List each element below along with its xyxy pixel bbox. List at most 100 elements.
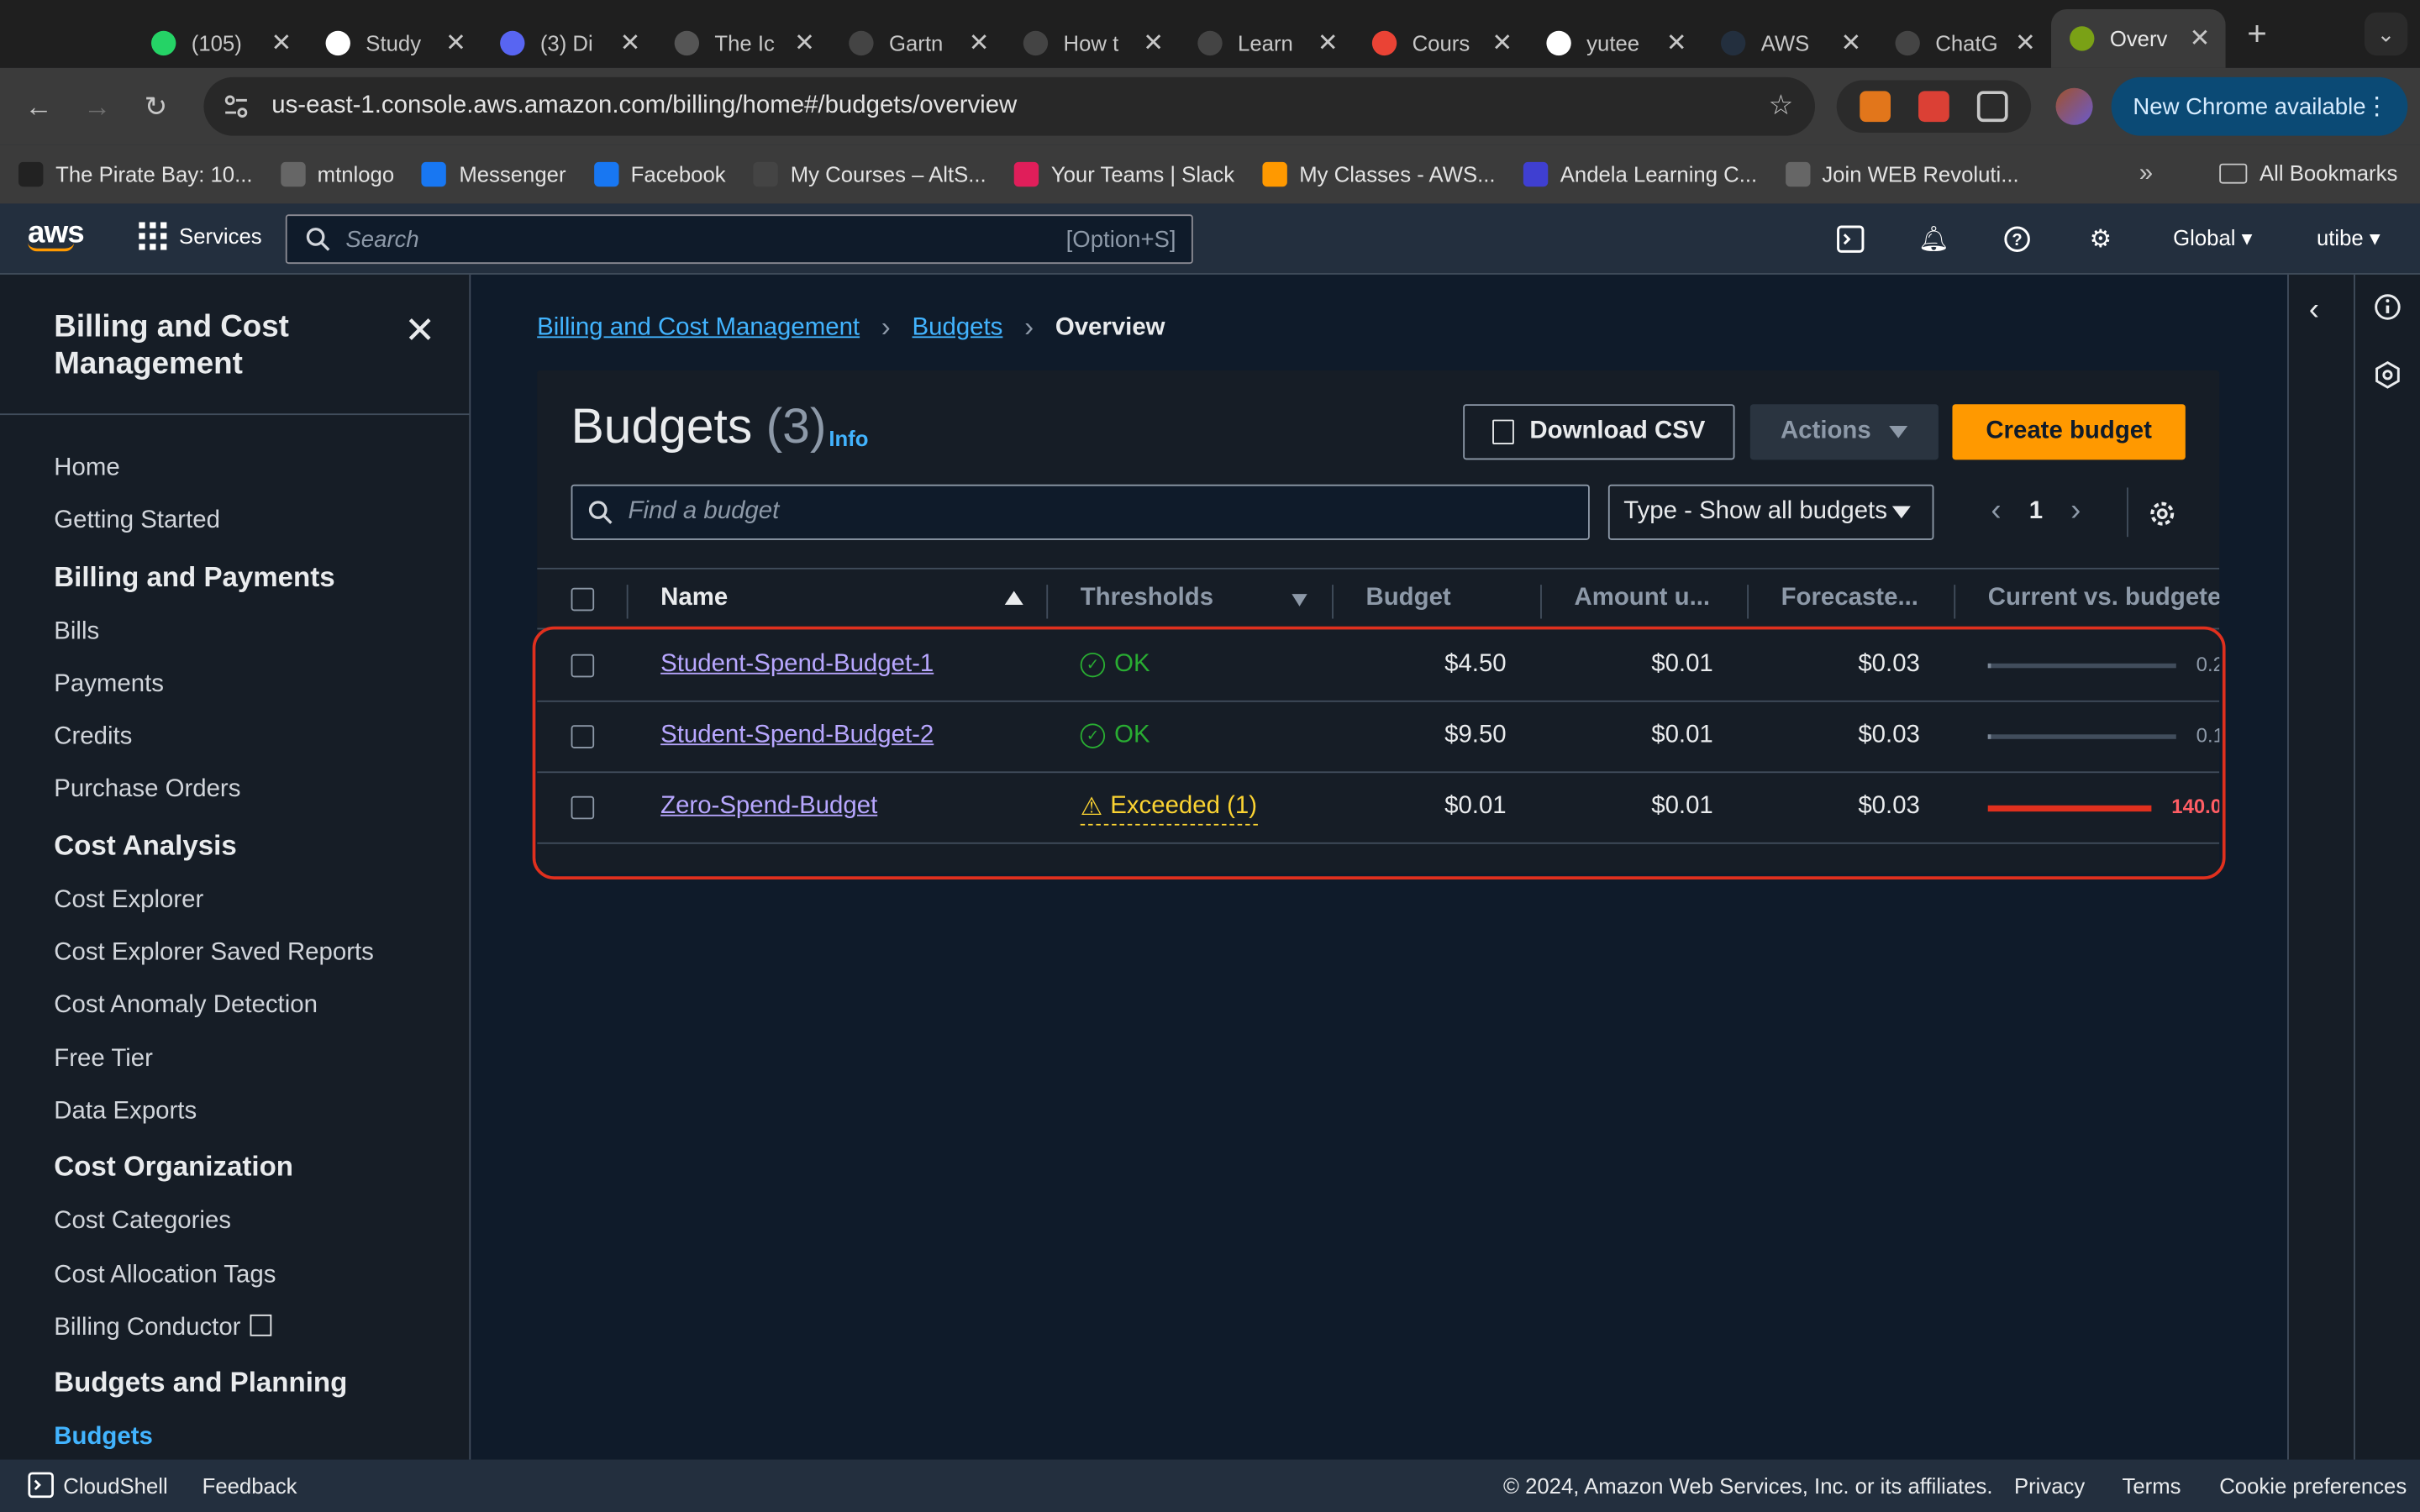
aws-search-input[interactable]: Search [Option+S] [285,214,1193,265]
todoist-icon[interactable] [1918,91,1949,123]
create-budget-button[interactable]: Create budget [1952,404,2186,460]
sidebar-item[interactable]: Credits [54,717,374,770]
sidebar-item[interactable]: Bills [54,612,374,664]
download-csv-button[interactable]: Download CSV [1463,404,1735,460]
close-tab-icon[interactable]: ✕ [794,28,815,59]
sidebar-title[interactable]: Billing and Cost Management [54,308,362,382]
select-all-checkbox[interactable] [571,587,595,612]
browser-tab[interactable]: Gartn ✕ [830,18,1005,68]
sidebar-item[interactable]: Data Exports [54,1092,374,1145]
new-tab-button[interactable]: + [2247,14,2267,55]
bookmark-item[interactable]: mtnlogo [280,161,394,187]
sidebar-item[interactable]: Purchase Orders [54,770,374,823]
bookmark-item[interactable]: Join WEB Revoluti... [1785,161,2019,187]
browser-tab[interactable]: Study ✕ [308,18,482,68]
back-arrow-icon[interactable]: ← [9,90,68,123]
sidebar-item[interactable]: Cost Explorer [54,880,374,933]
close-tab-icon[interactable]: ✕ [2190,24,2211,55]
feedback-link[interactable]: Feedback [203,1473,297,1498]
column-header-current-vs-budgeted[interactable]: Current vs. budgeted [1988,585,2220,612]
close-icon[interactable]: ✕ [404,308,435,353]
bookmark-item[interactable]: Messenger [422,161,566,187]
browser-tab[interactable]: ChatG ✕ [1876,18,2051,68]
close-tab-icon[interactable]: ✕ [969,28,990,59]
column-header-thresholds[interactable]: Thresholds [1081,585,1213,612]
help-icon[interactable]: ? [2003,225,2031,253]
row-checkbox[interactable] [571,725,595,748]
close-tab-icon[interactable]: ✕ [1840,28,1861,59]
column-header-name[interactable]: Name [660,585,728,612]
reload-icon[interactable]: ↻ [127,90,186,123]
find-budget-input[interactable]: Find a budget [571,484,1590,540]
close-tab-icon[interactable]: ✕ [1318,28,1339,59]
page-number[interactable]: 1 [2029,497,2043,525]
browser-tab[interactable]: (105) ✕ [133,18,308,68]
cookie-preferences-link[interactable]: Cookie preferences [2219,1473,2407,1498]
notifications-bell-icon[interactable]: 🔔︎ [1918,225,1949,253]
budget-name-link[interactable]: Student-Spend-Budget-1 [660,651,934,679]
account-menu[interactable]: utibe ▾ [2317,225,2381,251]
all-bookmarks-button[interactable]: All Bookmarks [2219,160,2397,185]
sidebar-item[interactable]: Cost Categories [54,1202,374,1255]
browser-tab[interactable]: The Ic ✕ [656,18,831,68]
tools-hexagon-icon[interactable] [2374,360,2402,389]
sort-icon[interactable] [1292,594,1307,606]
settings-gear-icon[interactable]: ⚙ [2086,225,2114,253]
more-bookmarks-icon[interactable]: » [2139,160,2153,188]
site-info-icon[interactable] [222,92,250,120]
close-tab-icon[interactable]: ✕ [1143,28,1164,59]
previous-page-icon[interactable]: ‹ [1991,494,2001,529]
browser-tab[interactable]: (3) Di ✕ [481,18,656,68]
browser-tab[interactable]: How t ✕ [1005,18,1180,68]
browser-tab[interactable]: yutee ✕ [1528,18,1702,68]
collapse-left-chevron-icon[interactable]: ‹ [2309,293,2319,328]
column-header-amount-used[interactable]: Amount u... [1574,585,1710,612]
services-menu-button[interactable]: Services [139,222,262,250]
browser-tab[interactable]: AWS ✕ [1702,18,1877,68]
sidebar-item[interactable]: Cost Explorer Saved Reports [54,933,374,986]
budget-name-link[interactable]: Student-Spend-Budget-2 [660,722,934,750]
next-page-icon[interactable]: › [2070,494,2081,529]
browser-tab[interactable]: Cours ✕ [1354,18,1528,68]
column-header-forecasted[interactable]: Forecaste... [1781,585,1918,612]
cloudshell-icon[interactable] [1837,225,1865,253]
breadcrumb-budgets-link[interactable]: Budgets [913,314,1003,342]
bookmark-item[interactable]: Andela Learning C... [1523,161,1757,187]
actions-dropdown-button[interactable]: Actions [1749,404,1939,460]
tab-search-chevron-icon[interactable]: ⌄ [2364,12,2408,56]
close-tab-icon[interactable]: ✕ [1666,28,1687,59]
kebab-menu-icon[interactable]: ⋮ [2365,91,2389,122]
privacy-link[interactable]: Privacy [2014,1473,2085,1498]
address-bar[interactable]: us-east-1.console.aws.amazon.com/billing… [203,76,1816,136]
sidebar-item[interactable]: Payments [54,664,374,717]
sidebar-item[interactable]: Getting Started [54,501,374,554]
close-tab-icon[interactable]: ✕ [2015,28,2036,59]
cloudshell-button[interactable]: CloudShell [28,1472,168,1499]
profile-avatar[interactable] [2055,87,2093,125]
sidebar-item[interactable]: Budgets [54,1418,374,1459]
column-header-budget[interactable]: Budget [1366,585,1451,612]
new-chrome-available-button[interactable]: New Chrome available ⋮ [2111,76,2408,136]
close-tab-icon[interactable]: ✕ [620,28,641,59]
close-tab-icon[interactable]: ✕ [271,28,292,59]
close-tab-icon[interactable]: ✕ [445,28,466,59]
sidebar-item[interactable]: Cost Anomaly Detection [54,986,374,1039]
sidebar-item[interactable]: Billing Conductor [54,1308,374,1361]
bookmark-item[interactable]: Your Teams | Slack [1013,161,1234,187]
region-selector[interactable]: Global ▾ [2173,225,2252,251]
threshold-status[interactable]: ⚠ Exceeded (1) [1080,791,1258,826]
breadcrumb-billing-link[interactable]: Billing and Cost Management [537,314,860,342]
sidebar-item[interactable]: Free Tier [54,1039,374,1092]
sort-ascending-icon[interactable] [1004,591,1023,606]
browser-tab[interactable]: Overv ✕ [2051,9,2226,68]
metamask-icon[interactable] [1860,91,1891,123]
terms-link[interactable]: Terms [2123,1473,2181,1498]
info-circle-icon[interactable] [2374,293,2402,321]
row-checkbox[interactable] [571,795,595,820]
extensions-puzzle-icon[interactable] [1976,91,2008,123]
bookmark-item[interactable]: Facebook [593,161,726,187]
info-link[interactable]: Info [829,426,868,450]
close-tab-icon[interactable]: ✕ [1491,28,1512,59]
bookmark-item[interactable]: My Courses – AltS... [753,161,986,187]
bookmark-item[interactable]: My Classes - AWS... [1262,161,1496,187]
